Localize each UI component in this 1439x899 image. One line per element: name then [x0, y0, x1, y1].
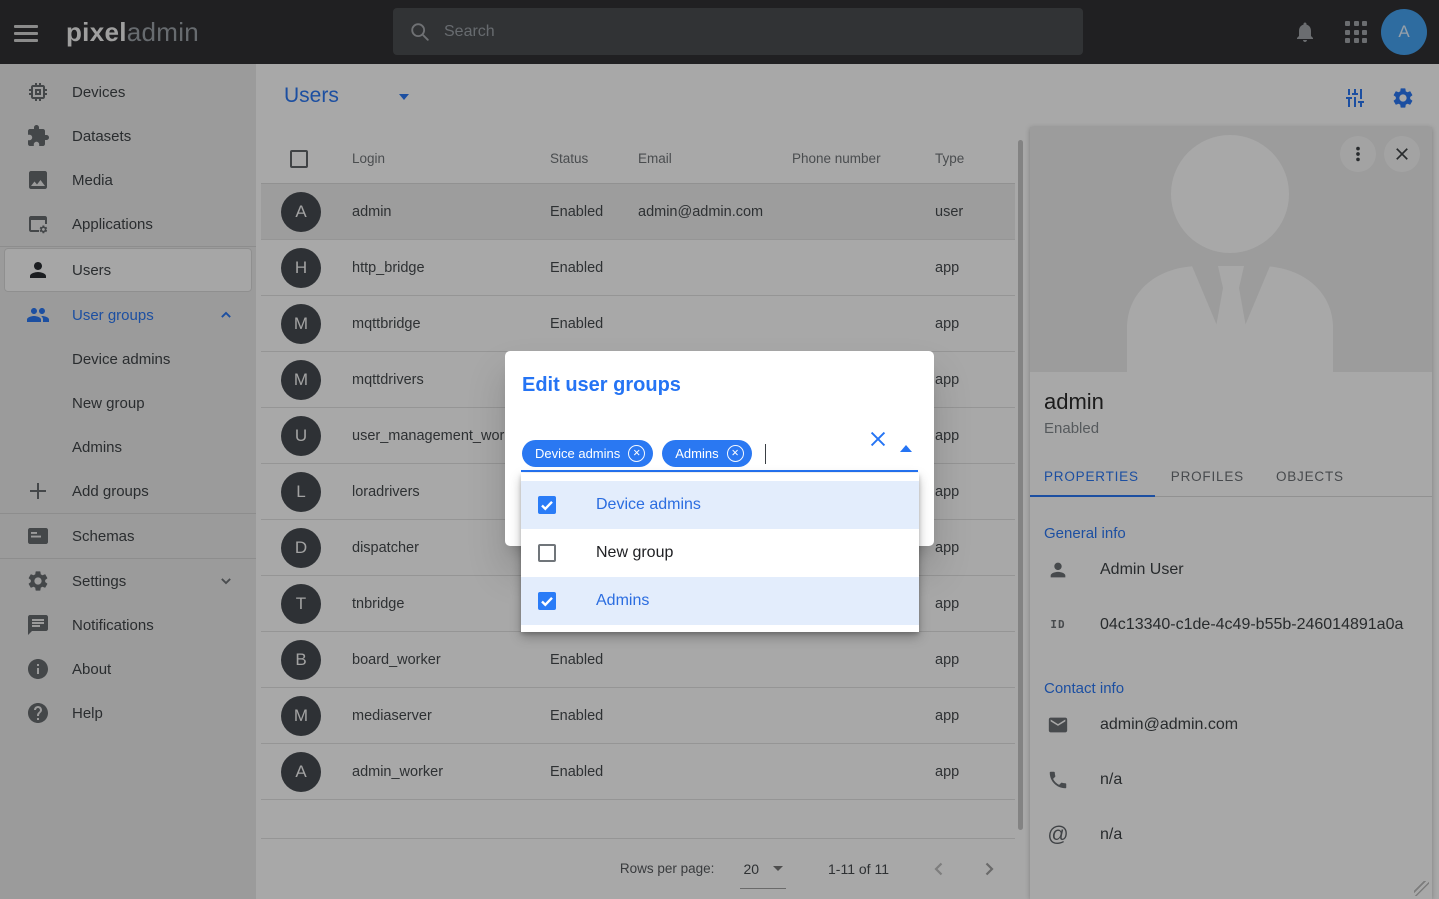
- dropdown-option[interactable]: Device admins: [521, 481, 919, 529]
- chip-label: Admins: [675, 446, 718, 461]
- user-groups-dropdown: Device admins New group Admins: [521, 473, 919, 632]
- group-chip[interactable]: Device admins ✕: [522, 440, 653, 467]
- chip-label: Device admins: [535, 446, 620, 461]
- input-underline: [521, 470, 918, 472]
- chip-remove-icon[interactable]: ✕: [727, 445, 744, 462]
- checkbox-checked-icon[interactable]: [538, 592, 556, 610]
- option-label: Admins: [596, 592, 649, 610]
- dropdown-option[interactable]: Admins: [521, 577, 919, 625]
- checkbox-checked-icon[interactable]: [538, 496, 556, 514]
- text-cursor: [765, 444, 767, 464]
- groups-input-field[interactable]: Device admins ✕ Admins ✕: [522, 440, 766, 467]
- chip-remove-icon[interactable]: ✕: [628, 445, 645, 462]
- group-chip[interactable]: Admins ✕: [662, 440, 751, 467]
- clear-all-icon[interactable]: [867, 428, 889, 450]
- checkbox-unchecked-icon[interactable]: [538, 544, 556, 562]
- option-label: Device admins: [596, 496, 701, 514]
- option-label: New group: [596, 544, 673, 562]
- dropdown-collapse-arrow-icon[interactable]: [900, 445, 912, 452]
- dialog-title: Edit user groups: [522, 374, 934, 397]
- dropdown-option[interactable]: New group: [521, 529, 919, 577]
